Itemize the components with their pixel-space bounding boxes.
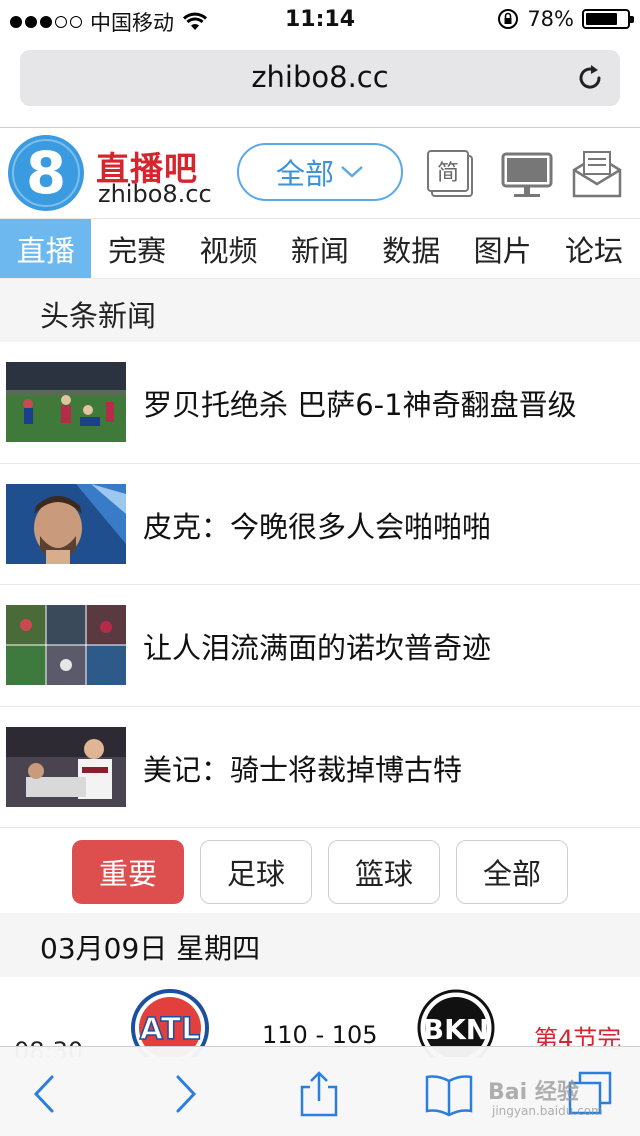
filter-bar: 重要 足球 篮球 全部 bbox=[0, 829, 640, 913]
bookmarks-icon[interactable] bbox=[424, 1069, 474, 1119]
news-item[interactable]: 美记：骑士将裁掉博古特 bbox=[0, 706, 640, 828]
main-nav: 直播 完赛 视频 新闻 数据 图片 论坛 bbox=[0, 218, 640, 279]
filter-important-button[interactable]: 重要 bbox=[72, 840, 184, 904]
news-title[interactable]: 美记：骑士将裁掉博古特 bbox=[143, 747, 462, 789]
bkn-logo-text: BKN bbox=[423, 1013, 489, 1046]
mail-icon[interactable] bbox=[570, 148, 624, 202]
nav-tab-live[interactable]: 直播 bbox=[0, 219, 92, 279]
nav-tab-finished[interactable]: 完赛 bbox=[91, 219, 182, 279]
battery-fill bbox=[586, 13, 618, 25]
schedule-date: 03月09日 星期四 bbox=[40, 932, 261, 965]
news-title[interactable]: 罗贝托绝杀 巴萨6-1神奇翻盘晋级 bbox=[143, 382, 577, 424]
news-item[interactable]: 让人泪流满面的诺坎普奇迹 bbox=[0, 585, 640, 707]
news-thumbnail bbox=[6, 726, 126, 807]
headlines-title: 头条新闻 bbox=[40, 299, 157, 333]
category-dropdown-label: 全部 bbox=[275, 157, 334, 191]
match-row[interactable]: 08:30 ATL 110 - 105 BKN 第4节完 bbox=[0, 977, 640, 1057]
orientation-lock-icon bbox=[498, 9, 519, 29]
chevron-down-icon bbox=[341, 166, 363, 178]
nav-tab-photos[interactable]: 图片 bbox=[457, 219, 548, 279]
category-dropdown[interactable]: 全部 bbox=[237, 143, 403, 201]
news-list: 罗贝托绝杀 巴萨6-1神奇翻盘晋级 皮克：今晚很多人会啪啪啪 让人泪流满面的诺坎… bbox=[0, 342, 640, 828]
status-right: 78% bbox=[497, 7, 634, 31]
battery-icon bbox=[582, 9, 634, 29]
logo-digit: 8 bbox=[26, 139, 66, 207]
share-icon[interactable] bbox=[294, 1069, 344, 1119]
logo-text-en: zhibo8.cc bbox=[98, 180, 212, 208]
battery-tip bbox=[630, 16, 634, 23]
match-score: 110 - 105 bbox=[262, 1021, 378, 1049]
watermark-text: Bai 经验 bbox=[488, 1080, 579, 1105]
news-title[interactable]: 皮克：今晚很多人会啪啪啪 bbox=[143, 504, 491, 546]
schedule-date-header: 03月09日 星期四 bbox=[0, 913, 640, 977]
news-thumbnail bbox=[6, 362, 126, 442]
nav-tab-video[interactable]: 视频 bbox=[183, 219, 274, 279]
watermark-subtext: jingyan.baidu.com bbox=[492, 1104, 603, 1118]
address-url[interactable]: zhibo8.cc bbox=[20, 60, 620, 94]
monitor-icon[interactable] bbox=[500, 148, 554, 202]
headlines-header: 头条新闻 bbox=[0, 278, 640, 342]
address-bar[interactable]: zhibo8.cc bbox=[20, 50, 620, 106]
nav-tab-data[interactable]: 数据 bbox=[366, 219, 457, 279]
nav-tab-news[interactable]: 新闻 bbox=[274, 219, 365, 279]
battery-percent: 78% bbox=[527, 7, 574, 31]
zhibo8-logo[interactable]: 8 bbox=[6, 133, 86, 213]
news-item[interactable]: 皮克：今晚很多人会啪啪啪 bbox=[0, 463, 640, 585]
reload-icon[interactable] bbox=[574, 62, 606, 94]
nav-tab-forum[interactable]: 论坛 bbox=[548, 219, 639, 279]
back-icon[interactable] bbox=[20, 1069, 70, 1119]
news-item[interactable]: 罗贝托绝杀 巴萨6-1神奇翻盘晋级 bbox=[0, 342, 640, 464]
filter-all-button[interactable]: 全部 bbox=[456, 840, 568, 904]
atl-logo-text: ATL bbox=[140, 1012, 200, 1047]
news-thumbnail bbox=[6, 605, 126, 685]
filter-football-button[interactable]: 足球 bbox=[200, 840, 312, 904]
site-header: 8 直播吧 zhibo8.cc 全部 简 bbox=[0, 128, 640, 218]
filter-basketball-button[interactable]: 篮球 bbox=[328, 840, 440, 904]
news-thumbnail bbox=[6, 483, 126, 564]
simplified-char: 简 bbox=[437, 161, 459, 186]
simplified-chinese-icon[interactable]: 简 bbox=[426, 148, 480, 202]
status-bar: 中国移动 11:14 78% bbox=[0, 0, 640, 40]
forward-icon[interactable] bbox=[160, 1069, 210, 1119]
news-title[interactable]: 让人泪流满面的诺坎普奇迹 bbox=[143, 625, 491, 667]
